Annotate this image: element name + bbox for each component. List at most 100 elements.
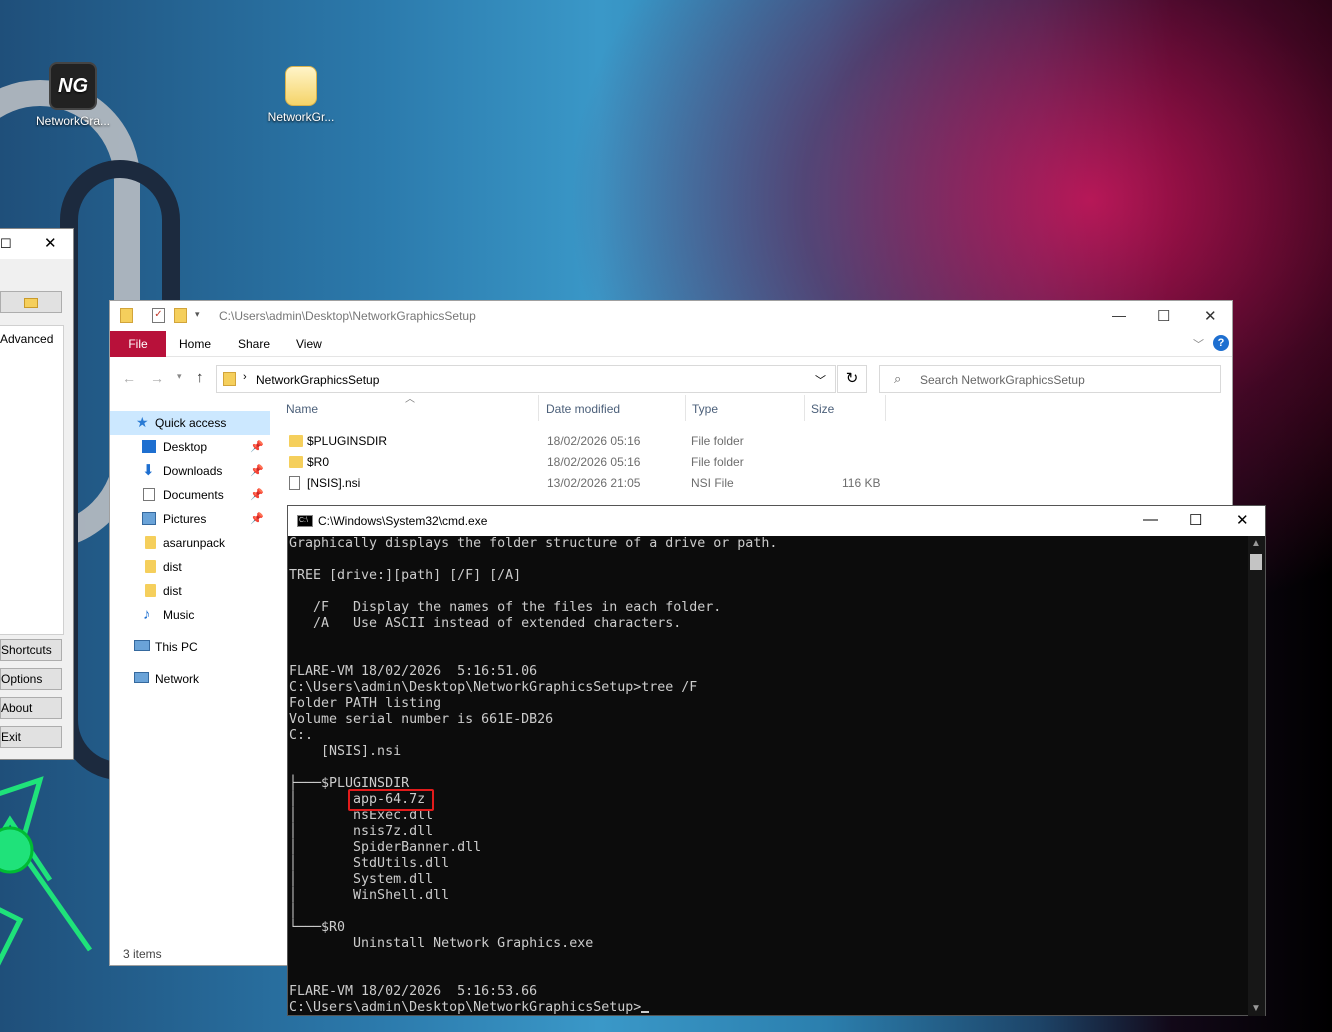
- shortcuts-button[interactable]: Shortcuts: [0, 639, 62, 661]
- properties-icon[interactable]: ✓: [152, 308, 165, 323]
- maximize-button[interactable]: ☐: [1189, 511, 1202, 529]
- close-button[interactable]: ✕: [1204, 307, 1217, 325]
- maximize-button[interactable]: ☐: [1157, 307, 1170, 325]
- new-folder-icon[interactable]: [174, 308, 187, 323]
- file-row[interactable]: [NSIS].nsi 13/02/2026 21:05 NSI File 116…: [280, 473, 1230, 494]
- console-line: C:\Users\admin\Desktop\NetworkGraphicsSe…: [289, 680, 698, 695]
- window-title-path: C:\Users\admin\Desktop\NetworkGraphicsSe…: [219, 309, 476, 323]
- desktop-icon-networkgraphics-app[interactable]: NG NetworkGra...: [28, 62, 118, 128]
- sidebar-item-label: Network: [155, 672, 200, 686]
- installer-window-partial: ☐ ✕ Advanced Shortcuts Options About Exi…: [0, 228, 74, 760]
- file-type: NSI File: [691, 476, 734, 490]
- breadcrumb-separator-icon[interactable]: ›: [243, 371, 247, 383]
- help-icon[interactable]: ?: [1213, 335, 1229, 351]
- refresh-button[interactable]: ↻: [837, 365, 867, 393]
- ribbon-tabs: File Home Share View ﹀ ?: [110, 331, 1232, 357]
- pin-icon[interactable]: 📌: [250, 459, 264, 483]
- console-output[interactable]: Graphically displays the folder structur…: [288, 536, 1248, 1016]
- close-button[interactable]: ✕: [1236, 511, 1249, 529]
- search-box[interactable]: ⌕ Search NetworkGraphicsSetup: [879, 365, 1221, 393]
- console-line: │ System.dll: [289, 872, 434, 887]
- sidebar-item-downloads[interactable]: ⬇ Downloads 📌: [110, 459, 270, 483]
- folder-icon: [145, 560, 156, 573]
- pc-icon: [134, 640, 150, 651]
- about-button[interactable]: About: [0, 697, 62, 719]
- wallpaper-spider-graphic: [0, 776, 93, 966]
- network-icon: [134, 672, 149, 683]
- file-row[interactable]: $PLUGINSDIR 18/02/2026 05:16 File folder: [280, 431, 1230, 452]
- star-icon: ★: [136, 414, 149, 430]
- sidebar-item-dist[interactable]: dist: [110, 555, 270, 579]
- vertical-scrollbar[interactable]: ▲ ▼: [1248, 536, 1265, 1016]
- exit-button[interactable]: Exit: [0, 726, 62, 748]
- column-header-name[interactable]: Name: [286, 402, 318, 416]
- column-divider[interactable]: [885, 395, 886, 421]
- recent-locations-chevron-icon[interactable]: ▾: [177, 371, 182, 382]
- sidebar-item-label: dist: [163, 584, 182, 598]
- sidebar-item-label: Pictures: [163, 512, 207, 526]
- sidebar-item-label: Desktop: [163, 440, 208, 454]
- sidebar-item-network[interactable]: Network: [110, 667, 270, 691]
- sidebar-item-label: Downloads: [163, 464, 223, 478]
- expand-ribbon-icon[interactable]: ﹀: [1193, 336, 1204, 352]
- sidebar-item-dist-2[interactable]: dist: [110, 579, 270, 603]
- column-divider[interactable]: [538, 395, 539, 421]
- folder-icon: [289, 435, 303, 447]
- maximize-icon[interactable]: ☐: [0, 236, 12, 252]
- breadcrumb-current-folder[interactable]: NetworkGraphicsSetup: [256, 373, 379, 387]
- address-bar[interactable]: › NetworkGraphicsSetup ﹀: [216, 365, 836, 393]
- column-header-size[interactable]: Size: [811, 402, 834, 416]
- pin-icon[interactable]: 📌: [250, 483, 264, 507]
- console-line: /A Use ASCII instead of extended charact…: [289, 616, 682, 631]
- close-icon[interactable]: ✕: [44, 234, 57, 252]
- sidebar-item-pictures[interactable]: Pictures 📌: [110, 507, 270, 531]
- installer-titlebar: ☐ ✕: [0, 229, 73, 259]
- address-dropdown-chevron-icon[interactable]: ﹀: [815, 372, 826, 388]
- back-arrow-icon[interactable]: ←: [122, 370, 136, 386]
- forward-arrow-icon[interactable]: →: [150, 370, 164, 386]
- tab-home[interactable]: Home: [179, 337, 211, 351]
- column-header-type[interactable]: Type: [692, 402, 718, 416]
- desktop-icon: [142, 440, 156, 453]
- column-divider[interactable]: [685, 395, 686, 421]
- sidebar-item-asarunpack[interactable]: asarunpack: [110, 531, 270, 555]
- column-header-date-modified[interactable]: Date modified: [546, 402, 620, 416]
- tab-file[interactable]: File: [110, 331, 166, 357]
- sidebar-item-label: Quick access: [155, 416, 227, 430]
- sidebar-item-music[interactable]: ♪ Music: [110, 603, 270, 627]
- sidebar-item-desktop[interactable]: Desktop 📌: [110, 435, 270, 459]
- sidebar-item-this-pc[interactable]: This PC: [110, 635, 270, 659]
- column-divider[interactable]: [804, 395, 805, 421]
- console-line: TREE [drive:][path] [/F] [/A]: [289, 568, 522, 583]
- scroll-up-arrow-icon[interactable]: ▲: [1251, 538, 1261, 549]
- console-line: Uninstall Network Graphics.exe: [289, 936, 594, 951]
- minimize-button[interactable]: —: [1143, 511, 1158, 528]
- console-line: [NSIS].nsi: [289, 744, 402, 759]
- desktop-icon-label: NetworkGr...: [267, 110, 335, 124]
- tab-view[interactable]: View: [296, 337, 322, 351]
- desktop-icon-networkgraphics-folder[interactable]: NetworkGr...: [256, 66, 346, 124]
- up-arrow-icon[interactable]: ↑: [196, 369, 204, 386]
- pin-icon[interactable]: 📌: [250, 435, 264, 459]
- console-line: /F Display the names of the files in eac…: [289, 600, 722, 615]
- scroll-down-arrow-icon[interactable]: ▼: [1251, 1003, 1261, 1014]
- file-row[interactable]: $R0 18/02/2026 05:16 File folder: [280, 452, 1230, 473]
- pin-icon[interactable]: 📌: [250, 507, 264, 531]
- tab-advanced[interactable]: Advanced: [0, 332, 53, 346]
- file-date: 13/02/2026 21:05: [547, 476, 641, 490]
- quick-access-toolbar-dropdown[interactable]: ▾: [195, 309, 200, 320]
- cmd-icon: C:\: [297, 515, 313, 527]
- console-line: Graphically displays the folder structur…: [289, 536, 778, 551]
- tab-share[interactable]: Share: [238, 337, 270, 351]
- scrollbar-thumb[interactable]: [1250, 554, 1262, 570]
- sidebar-item-documents[interactable]: Documents 📌: [110, 483, 270, 507]
- browse-folder-button[interactable]: [0, 291, 62, 313]
- options-button[interactable]: Options: [0, 668, 62, 690]
- console-line: │ SpiderBanner.dll: [289, 840, 482, 855]
- sidebar-item-quick-access[interactable]: ★ Quick access: [110, 411, 270, 435]
- minimize-button[interactable]: —: [1112, 307, 1126, 323]
